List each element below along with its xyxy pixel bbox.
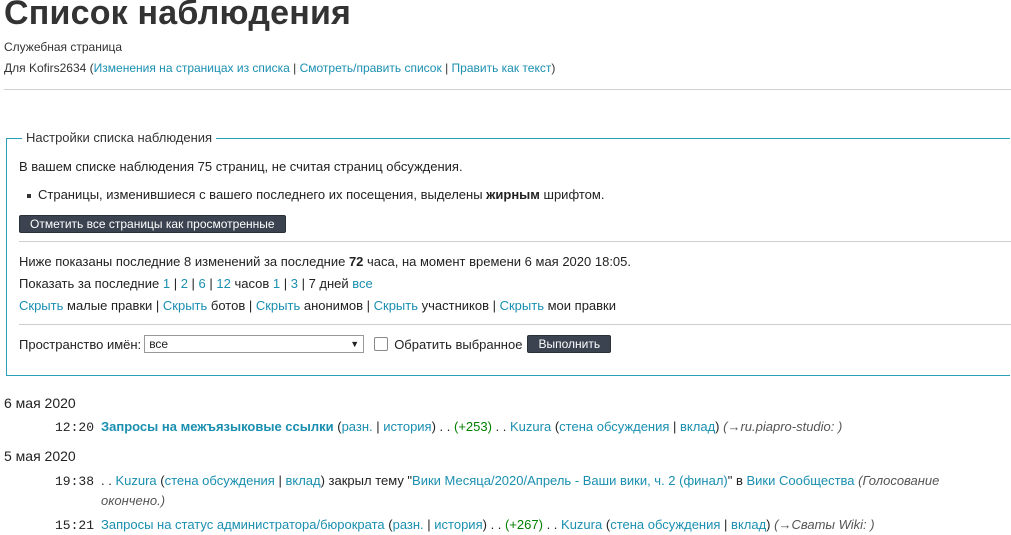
page-link[interactable]: Запросы на статус администратора/бюрокра… [101, 517, 385, 532]
page-link[interactable]: Запросы на межъязыковые ссылки [101, 419, 334, 434]
view-edit-list-link[interactable]: Смотреть/править список [300, 61, 442, 75]
diff-link[interactable]: разн. [393, 517, 424, 532]
days-1-link[interactable]: 1 [273, 276, 280, 291]
hours-12-link[interactable]: 12 [216, 276, 230, 291]
shown-summary: Ниже показаны последние 8 изменений за п… [19, 254, 631, 269]
submit-button[interactable]: Выполнить [527, 335, 612, 353]
change-entry-1: Запросы на межъязыковые ссылки (разн. | … [101, 419, 843, 434]
hide-bots-label: ботов [207, 298, 246, 313]
change-entry-2: . . Kuzura (стена обсуждения | вклад) за… [101, 473, 940, 508]
settings-divider [19, 241, 1011, 242]
shown-text: Ниже показаны последние 8 изменений за п… [19, 254, 349, 269]
show-all-link[interactable]: все [352, 276, 373, 291]
hours-1-link[interactable]: 1 [163, 276, 170, 291]
dropdown-arrow-icon: ▼ [350, 339, 360, 349]
day-heading-1: 6 мая 2020 [4, 395, 76, 411]
board-link[interactable]: Вики Сообщества [747, 473, 855, 488]
hide-my-edits-link[interactable]: Скрыть [500, 298, 544, 313]
invert-checkbox[interactable] [374, 337, 389, 351]
hide-filters-row: Скрыть малые правки | Скрыть ботов | Скр… [19, 298, 617, 313]
close-paren: ) [551, 61, 556, 75]
history-link[interactable]: история [383, 419, 431, 434]
bold-word: жирным [486, 187, 540, 202]
history-link[interactable]: история [434, 517, 482, 532]
user-contribs-link[interactable]: вклад [285, 473, 320, 488]
hide-anons-link[interactable]: Скрыть [256, 298, 300, 313]
thread-link[interactable]: Вики Месяца/2020/Апрель - Ваши вики, ч. … [412, 473, 728, 488]
hide-anons-label: анонимов [300, 298, 364, 313]
hide-minor-label: малые правки [63, 298, 153, 313]
namespace-label: Пространство имён: [19, 336, 142, 352]
days-word: дней [315, 276, 353, 291]
days-7-current: 7 [308, 276, 316, 291]
edit-summary-cont: окончено.) [101, 493, 166, 508]
shown-hours: 72 [348, 254, 364, 269]
invert-label: Обратить выбранное [394, 336, 523, 352]
bold-hint-text: Страницы, изменившиеся с вашего последне… [38, 187, 487, 202]
namespace-value: все [149, 337, 169, 351]
user-contribs-link[interactable]: вклад [731, 517, 766, 532]
user-link[interactable]: Kuzura [561, 517, 602, 532]
bold-hint: Страницы, изменившиеся с вашего последне… [26, 187, 605, 202]
show-last-label: Показать за последние [19, 276, 163, 291]
watchlist-count: В вашем списке наблюдения 75 страниц, не… [19, 159, 463, 174]
action-text: закрыл тему " [324, 473, 413, 488]
mark-all-visited-button[interactable]: Отметить все страницы как просмотренные [19, 215, 286, 233]
user-link[interactable]: Kuzura [115, 473, 156, 488]
settings-legend: Настройки списка наблюдения [22, 130, 217, 145]
edit-summary: (→ru.piapro-studio: ) [723, 419, 843, 434]
user-tools-line: Для Kofirs2634 (Изменения на страницах и… [4, 61, 555, 75]
user-contribs-link[interactable]: вклад [680, 419, 715, 434]
namespace-select[interactable]: все ▼ [144, 335, 365, 353]
hours-2-link[interactable]: 2 [181, 276, 188, 291]
change-time: 15:21 [55, 518, 95, 533]
hide-users-link[interactable]: Скрыть [374, 298, 418, 313]
hours-word: часов [230, 276, 273, 291]
edit-summary: (Голосование [858, 473, 940, 488]
namespace-row: Пространство имён: все ▼ Обратить выбран… [19, 335, 612, 353]
days-3-link[interactable]: 3 [291, 276, 298, 291]
page-subtitle: Служебная страница [4, 40, 123, 54]
separator: | [289, 61, 300, 75]
change-entry-3: Запросы на статус администратора/бюрокра… [101, 517, 875, 532]
bold-hint-tail: шрифтом. [539, 187, 605, 202]
hours-6-link[interactable]: 6 [199, 276, 206, 291]
size-diff: (+267) [505, 517, 543, 532]
user-link[interactable]: Kuzura [510, 419, 551, 434]
settings-divider-2 [19, 324, 1011, 325]
user-talk-link[interactable]: стена обсуждения [165, 473, 275, 488]
size-diff: (+253) [454, 419, 492, 434]
change-time: 12:20 [55, 420, 95, 435]
in-text: " в [727, 473, 747, 488]
related-changes-link[interactable]: Изменения на страницах из списка [94, 61, 290, 75]
for-user-prefix: Для Kofirs2634 ( [4, 61, 94, 75]
shown-text-tail: часа, на момент времени 6 мая 2020 18:05… [363, 254, 631, 269]
show-last-row: Показать за последние 1 | 2 | 6 | 12 час… [19, 276, 373, 291]
user-talk-link[interactable]: стена обсуждения [610, 517, 720, 532]
separator: | [441, 61, 452, 75]
page-title: Список наблюдения [4, 0, 352, 32]
user-talk-link[interactable]: стена обсуждения [559, 419, 669, 434]
hide-bots-link[interactable]: Скрыть [163, 298, 207, 313]
header-divider [4, 89, 1011, 90]
edit-summary: (→Сваты Wiki: ) [774, 517, 875, 532]
hide-minor-link[interactable]: Скрыть [19, 298, 63, 313]
day-heading-2: 5 мая 2020 [4, 448, 76, 464]
diff-link[interactable]: разн. [342, 419, 373, 434]
hide-users-label: участников [418, 298, 489, 313]
change-time: 19:38 [55, 474, 95, 489]
edit-raw-link[interactable]: Править как текст [452, 61, 552, 75]
hide-my-edits-label: мои правки [544, 298, 617, 313]
